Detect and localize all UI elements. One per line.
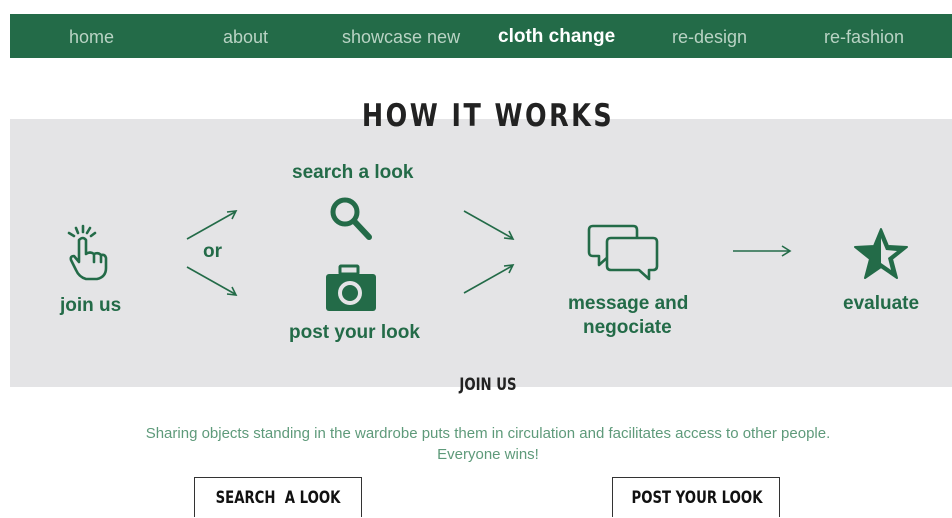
nav-cloth-change[interactable]: cloth change — [498, 14, 615, 58]
search-a-look-button-label: SEARCH A LOOK — [215, 488, 341, 508]
join-us-heading: JOIN US — [459, 375, 517, 395]
arrow-to-evaluate — [733, 245, 792, 257]
search-a-look-button[interactable]: SEARCH A LOOK — [194, 477, 362, 517]
nav-re-design[interactable]: re-design — [672, 14, 747, 58]
nav-about[interactable]: about — [223, 14, 268, 58]
join-us-text-line2: Everyone wins! — [437, 446, 539, 463]
post-your-look-button[interactable]: POST YOUR LOOK — [612, 477, 780, 517]
step-search-a-look: search a look — [292, 162, 414, 183]
main-nav: home about showcase new cloth change re-… — [10, 14, 952, 58]
step-join-us: join us — [60, 295, 122, 316]
camera-icon — [326, 264, 376, 311]
step-post-your-look: post your look — [289, 322, 420, 343]
step-evaluate: evaluate — [843, 293, 920, 314]
how-it-works-band — [10, 119, 952, 387]
step-negociate: negociate — [583, 317, 672, 338]
arrow-to-search — [186, 210, 238, 240]
page-margin — [0, 0, 10, 517]
how-it-works-title: HOW IT WORKS — [361, 98, 615, 134]
search-icon — [330, 197, 372, 240]
arrow-to-post — [186, 266, 238, 296]
nav-home[interactable]: home — [69, 14, 114, 58]
step-or: or — [203, 241, 222, 262]
hand-pointer-icon — [67, 224, 108, 281]
join-us-description: Sharing objects standing in the wardrobe… — [100, 423, 876, 465]
chat-bubbles-icon — [587, 224, 659, 281]
arrow-from-post — [463, 264, 515, 294]
step-message-and: message and — [568, 293, 689, 314]
nav-re-fashion[interactable]: re-fashion — [824, 14, 904, 58]
post-your-look-button-label: POST YOUR LOOK — [631, 488, 763, 508]
nav-showcase-new[interactable]: showcase new — [342, 14, 460, 58]
star-icon — [854, 228, 908, 279]
arrow-from-search — [463, 210, 515, 240]
join-us-text-line1: Sharing objects standing in the wardrobe… — [145, 425, 831, 442]
